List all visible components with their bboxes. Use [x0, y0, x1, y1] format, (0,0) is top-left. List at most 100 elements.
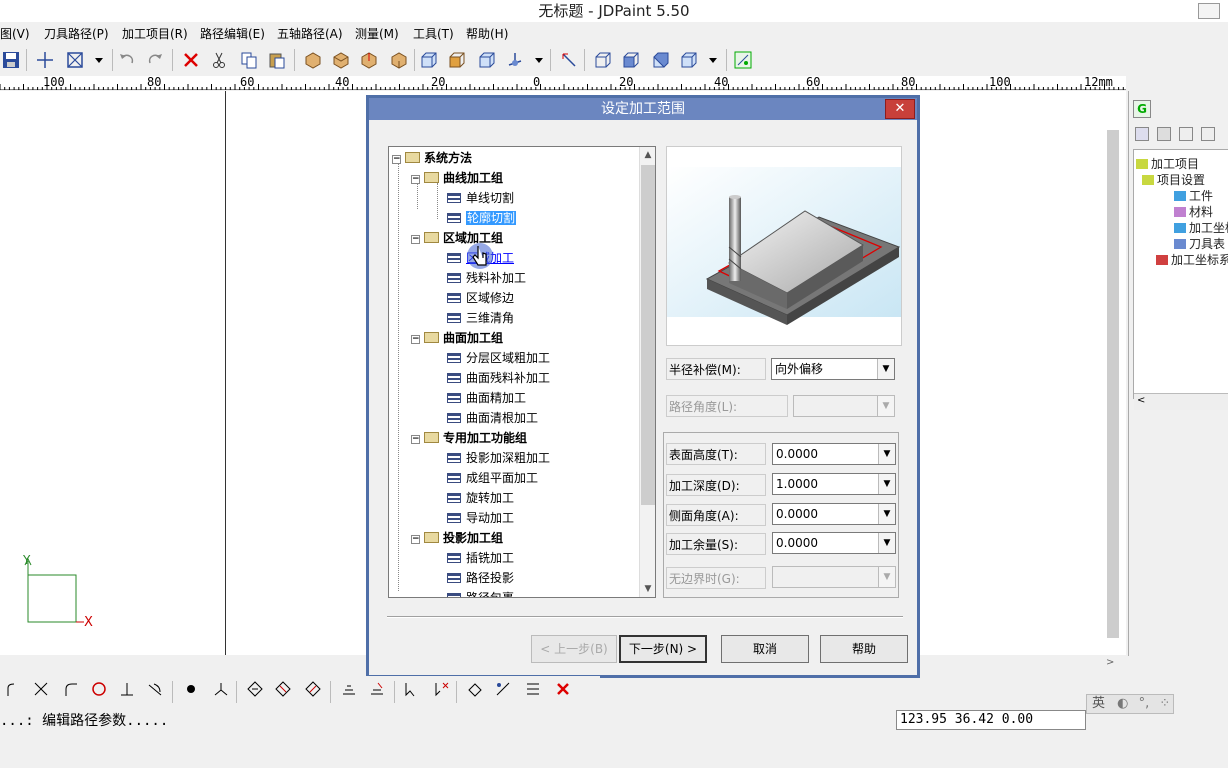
tree-item[interactable]: 旋转加工 [447, 489, 514, 507]
tree-item[interactable]: 曲面精加工 [447, 389, 526, 407]
transform-icon[interactable] [464, 678, 486, 700]
menu-tools[interactable]: 工具(T) [413, 25, 454, 42]
collapse-icon[interactable]: − [411, 235, 420, 244]
tree-item[interactable]: 插铣加工 [447, 549, 514, 567]
menu-toolpath[interactable]: 刀具路径(P) [44, 25, 109, 42]
chevron-down-icon[interactable]: ▼ [878, 567, 895, 587]
fillet-icon[interactable] [60, 678, 82, 700]
panel-horizontal-scrollbar[interactable]: < [1134, 393, 1228, 410]
radius-comp-select[interactable]: 向外偏移 ▼ [771, 358, 895, 380]
chevron-down-icon[interactable]: ▼ [878, 533, 895, 553]
collapse-icon[interactable]: − [411, 535, 420, 544]
no-boundary-select[interactable]: ▼ [772, 566, 896, 588]
layer-icon[interactable] [338, 678, 360, 700]
path-angle-select[interactable]: ▼ [793, 395, 895, 417]
perpendicular-icon[interactable] [116, 678, 138, 700]
chevron-down-icon[interactable]: ▼ [877, 359, 894, 379]
copy-icon[interactable] [238, 49, 260, 71]
menu-help[interactable]: 帮助(H) [466, 25, 508, 42]
chevron-down-icon[interactable] [702, 49, 724, 71]
next-button[interactable]: 下一步(N) > [619, 635, 707, 663]
ime-toolbar[interactable]: 英 ◐ °, ⁘ [1086, 694, 1174, 714]
point-icon[interactable] [180, 678, 202, 700]
tree-item[interactable]: 曲面清根加工 [447, 409, 538, 427]
undo-icon[interactable] [116, 49, 138, 71]
collapse-icon[interactable]: − [411, 435, 420, 444]
cube-icon[interactable] [476, 49, 498, 71]
crosshair-icon[interactable] [34, 49, 56, 71]
tab-g[interactable]: G [1133, 100, 1151, 118]
tree-item[interactable]: 刀具表 [1174, 236, 1225, 252]
tree-group[interactable]: − 曲面加工组 [411, 329, 503, 347]
tree-item[interactable]: 区域修边 [447, 289, 514, 307]
shaded-cube-icon[interactable] [678, 49, 700, 71]
menu-path-edit[interactable]: 路径编辑(E) [200, 25, 265, 42]
delete-icon[interactable] [552, 678, 574, 700]
list-icon[interactable] [522, 678, 544, 700]
paste-icon[interactable] [266, 49, 288, 71]
tree-item[interactable]: 单线切割 [447, 189, 514, 207]
tree-item[interactable]: 投影加深粗加工 [447, 449, 550, 467]
axis-view-icon[interactable] [504, 49, 526, 71]
tool-icon[interactable] [1135, 127, 1149, 141]
window-control-button[interactable] [1198, 3, 1220, 19]
table-icon[interactable] [1179, 127, 1193, 141]
layer-icon[interactable] [366, 678, 388, 700]
wire-cube-icon[interactable] [592, 49, 614, 71]
select-icon[interactable] [400, 678, 422, 700]
prev-button[interactable]: < 上一步(B) [531, 635, 617, 663]
cut-icon[interactable] [208, 49, 230, 71]
trim-icon[interactable] [30, 678, 52, 700]
edit-icon[interactable] [1201, 127, 1215, 141]
chevron-down-icon[interactable]: ▼ [878, 444, 895, 464]
tree-item[interactable]: 成组平面加工 [447, 469, 538, 487]
tree-item[interactable]: 轮廓切割 [447, 209, 517, 227]
allowance-input[interactable]: 0.0000 ▼ [772, 532, 896, 554]
collapse-icon[interactable]: − [411, 335, 420, 344]
tree-item[interactable]: 路径投影 [447, 569, 514, 587]
tree-item[interactable]: 加工坐标 [1174, 220, 1228, 236]
tree-item[interactable]: 加工项目 [1136, 156, 1199, 172]
menu-five-axis[interactable]: 五轴路径(A) [277, 25, 343, 42]
tree-root[interactable]: − 系统方法 [392, 149, 472, 167]
menu-measure[interactable]: 测量(M) [355, 25, 399, 42]
tool-icon[interactable] [1157, 127, 1171, 141]
box-view-icon[interactable] [388, 49, 410, 71]
tree-group[interactable]: − 曲线加工组 [411, 169, 503, 187]
save-icon[interactable] [0, 49, 22, 71]
chevron-down-icon[interactable]: ▼ [878, 474, 895, 494]
close-icon[interactable]: ✕ [885, 99, 915, 119]
scroll-down-icon[interactable]: ▼ [640, 581, 655, 597]
tree-group[interactable]: − 专用加工功能组 [411, 429, 527, 447]
tree-item[interactable]: 分层区域粗加工 [447, 349, 550, 367]
tree-item[interactable]: 工件 [1174, 188, 1213, 204]
measure-icon[interactable] [558, 49, 580, 71]
chevron-down-icon[interactable] [88, 49, 110, 71]
deselect-icon[interactable] [430, 678, 452, 700]
tree-item[interactable]: 三维清角 [447, 309, 514, 327]
box-view-icon[interactable] [302, 49, 324, 71]
shaded-cube-icon[interactable] [650, 49, 672, 71]
help-button[interactable]: 帮助 [820, 635, 908, 663]
chevron-down-icon[interactable]: ▼ [877, 396, 894, 416]
mirror-icon[interactable] [492, 678, 514, 700]
cube-icon[interactable] [446, 49, 468, 71]
tree-group[interactable]: − 投影加工组 [411, 529, 503, 547]
scroll-up-icon[interactable]: ▲ [640, 147, 655, 163]
box-view-icon[interactable] [330, 49, 352, 71]
cancel-button[interactable]: 取消 [721, 635, 809, 663]
tree-item[interactable]: 导动加工 [447, 509, 514, 527]
tree-item[interactable]: 路径包裹 [447, 589, 514, 597]
cube-icon[interactable] [418, 49, 440, 71]
circle-icon[interactable] [88, 678, 110, 700]
depth-input[interactable]: 1.0000 ▼ [772, 473, 896, 495]
chevron-down-icon[interactable]: ▼ [878, 504, 895, 524]
shaded-cube-icon[interactable] [620, 49, 642, 71]
origin-icon[interactable] [210, 678, 232, 700]
window-select-icon[interactable] [64, 49, 86, 71]
snap-icon[interactable] [732, 49, 754, 71]
arc-icon[interactable] [2, 678, 24, 700]
pattern-icon[interactable] [244, 678, 266, 700]
chevron-down-icon[interactable] [528, 49, 550, 71]
collapse-icon[interactable]: − [392, 155, 401, 164]
